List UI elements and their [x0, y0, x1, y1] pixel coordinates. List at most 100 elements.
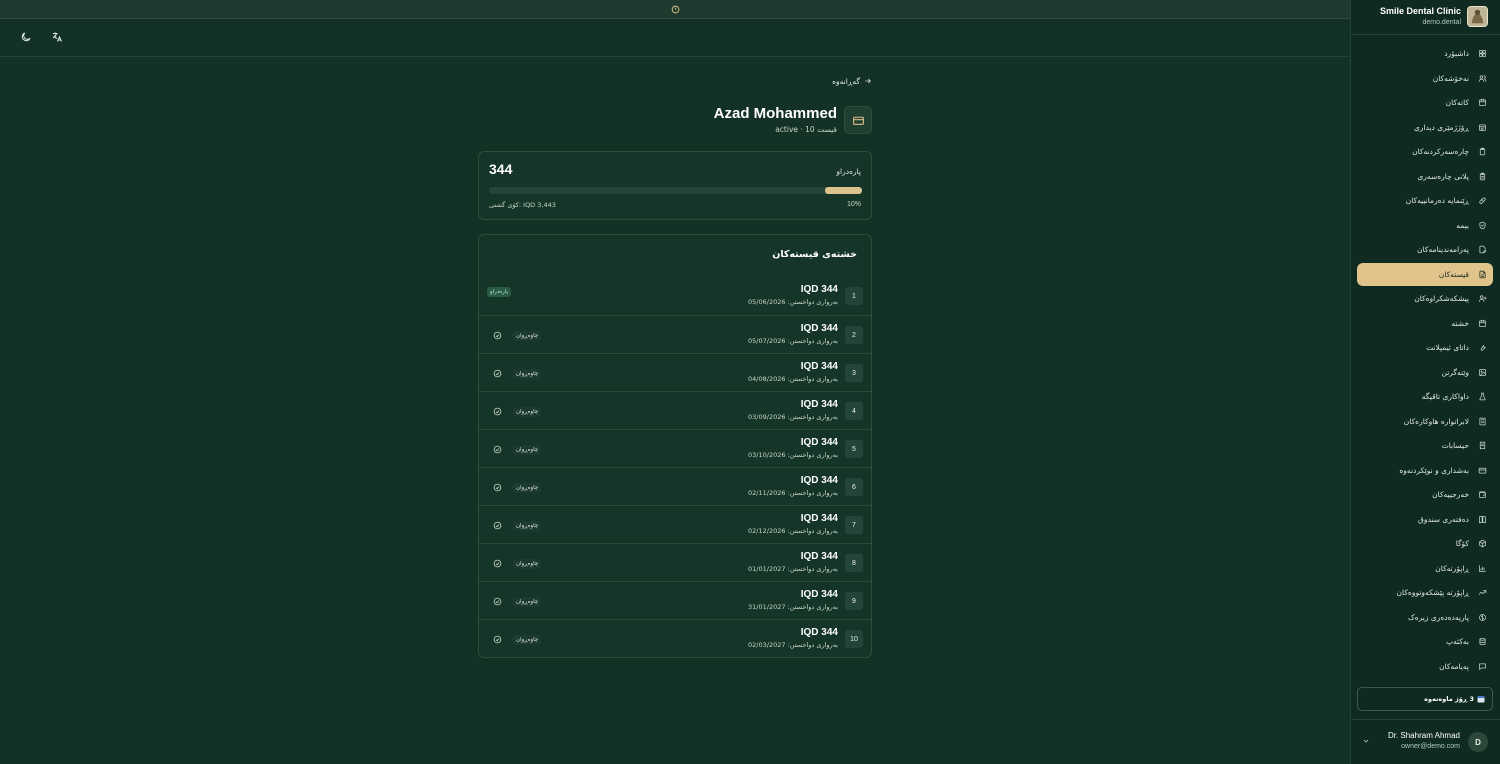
installment-amount: IQD 344 [800, 399, 838, 410]
sidebar-item-label: ڕاپۆرتەکان [1435, 563, 1469, 573]
alert-icon [671, 5, 680, 14]
sidebar-item-3[interactable]: کاتەکان [1357, 91, 1493, 115]
sidebar-item-21[interactable]: کۆگا [1357, 532, 1493, 556]
sidebar-item-14[interactable]: وێنەگرتن [1357, 361, 1493, 385]
sidebar-item-12[interactable]: خشتە [1357, 312, 1493, 336]
sidebar-item-18[interactable]: بەشداری و نوێکردنەوە [1357, 459, 1493, 483]
sidebar-item-7[interactable]: ڕێنمایە دەرمانییەکان [1357, 189, 1493, 213]
installment-number: 1 [845, 287, 863, 305]
mark-paid-icon[interactable] [493, 483, 502, 492]
sidebar-item-19[interactable]: خەرجییەکان [1357, 483, 1493, 507]
mark-paid-icon[interactable] [493, 521, 502, 530]
back-label: گەڕانەوە [832, 76, 860, 86]
sidebar-item-22[interactable]: ڕاپۆرتەکان [1357, 557, 1493, 581]
sidebar-item-26[interactable]: پەیامەکان [1357, 655, 1493, 679]
sidebar-item-23[interactable]: ڕاپۆرتە پێشکەوتووەکان [1357, 581, 1493, 605]
installment-number: 9 [845, 592, 863, 610]
sidebar-item-label: کاتەکان [1445, 98, 1469, 108]
installment-amount: IQD 344 [800, 284, 838, 295]
sidebar-item-8[interactable]: بیمە [1357, 214, 1493, 238]
sidebar-item-20[interactable]: دەفتەری سندوق [1357, 508, 1493, 532]
mark-paid-icon[interactable] [493, 445, 502, 454]
sidebar-item-16[interactable]: لابراتوارە هاوکارەکان [1357, 410, 1493, 434]
calendar-grid-icon [1478, 123, 1487, 132]
installment-row: 8 IQD 344 بەرواری دواخستن: 01/01/2027 چاوەڕ… [479, 543, 871, 581]
sidebar-item-label: ڕێنمایە دەرمانییەکان [1405, 196, 1469, 206]
sidebar-nav: داشبۆرد نەخۆشەکان کاتەکان ڕۆژژمێری دیداری چا… [1357, 42, 1493, 679]
sidebar-item-5[interactable]: چارەسەرکردنەکان [1357, 140, 1493, 164]
sidebar-item-15[interactable]: داواکاری تاقیگە [1357, 385, 1493, 409]
sidebar-item-label: بیمە [1456, 220, 1469, 230]
chevron-down-icon[interactable] [1362, 737, 1370, 745]
sidebar-item-24[interactable]: پاریەدەدەری زیرەک [1357, 606, 1493, 630]
sidebar-item-17[interactable]: حیسابات [1357, 434, 1493, 458]
installment-number: 2 [845, 326, 863, 344]
installment-row: 3 IQD 344 بەرواری دواخستن: 04/08/2026 چاوەڕ… [479, 353, 871, 391]
status-badge: چاوەڕوان [513, 559, 542, 569]
clinic-domain: demo.dental [1422, 19, 1461, 26]
installment-due-date: بەرواری دواخستن: 02/11/2026 [748, 489, 838, 497]
sidebar-item-2[interactable]: نەخۆشەکان [1357, 67, 1493, 91]
avatar: D [1468, 732, 1488, 752]
sidebar-item-label: لابراتوارە هاوکارەکان [1403, 416, 1469, 426]
mark-paid-icon[interactable] [493, 407, 502, 416]
installment-number: 5 [845, 440, 863, 458]
status-badge: چاوەڕوان [513, 483, 542, 493]
page-title: Azad Mohammed [713, 105, 837, 122]
installment-number: 6 [845, 478, 863, 496]
building-icon [1478, 417, 1487, 426]
installment-amount: IQD 344 [800, 323, 838, 334]
installment-due-date: بەرواری دواخستن: 02/12/2026 [748, 527, 838, 535]
mark-paid-icon[interactable] [493, 369, 502, 378]
sidebar-item-9[interactable]: پەزامەندینامەکان [1357, 238, 1493, 262]
sidebar-item-label: بەشداری و نوێکردنەوە [1399, 465, 1469, 475]
installment-due-date: بەرواری دواخستن: 05/07/2026 [748, 337, 838, 345]
clinic-logo [1467, 6, 1488, 27]
theme-toggle-button[interactable] [20, 31, 34, 45]
sidebar-item-label: ڕۆژژمێری دیداری [1413, 122, 1469, 132]
status-badge: پارەدراو [487, 287, 512, 297]
trial-badge[interactable]: 3 ڕۆژ ماوەتەوە [1357, 687, 1493, 711]
sidebar-item-label: دەفتەری سندوق [1418, 514, 1469, 524]
mark-paid-icon[interactable] [493, 635, 502, 644]
clinic-name: Smile Dental Clinic [1379, 6, 1461, 16]
sidebar-item-25[interactable]: بەکئەپ [1357, 630, 1493, 654]
image-icon [1478, 368, 1487, 377]
language-button[interactable] [51, 31, 65, 45]
back-link[interactable]: گەڕانەوە [820, 75, 872, 87]
installment-due-date: بەرواری دواخستن: 01/01/2027 [748, 565, 838, 573]
sidebar-item-label: پاریەدەدەری زیرەک [1407, 612, 1469, 622]
calendar-icon [1478, 319, 1487, 328]
user-profile[interactable]: D Dr. Shahram Ahmad owner@demo.com [1350, 719, 1500, 764]
mark-paid-icon[interactable] [493, 559, 502, 568]
status-badge: چاوەڕوان [513, 407, 542, 417]
sidebar-item-11[interactable]: پیشکەشکراوەکان [1357, 287, 1493, 311]
file-edit-icon [1478, 245, 1487, 254]
toolbar [0, 20, 1350, 57]
sidebar-item-1[interactable]: داشبۆرد [1357, 42, 1493, 66]
top-banner [0, 0, 1350, 19]
database-icon [1478, 637, 1487, 646]
sidebar-item-6[interactable]: پلانی چارەسەری [1357, 165, 1493, 189]
user-name: Dr. Shahram Ahmad [1387, 731, 1460, 740]
sidebar-item-label: خەرجییەکان [1432, 490, 1469, 500]
mark-paid-icon[interactable] [493, 331, 502, 340]
installment-amount: IQD 344 [800, 361, 838, 372]
sidebar-item-label: داتای ئیمپلانت [1426, 343, 1469, 353]
wallet-icon [1478, 490, 1487, 499]
installment-due-date: بەرواری دواخستن: 05/06/2026 [748, 298, 838, 306]
sidebar-item-label: حیسابات [1441, 441, 1469, 451]
sidebar-item-10[interactable]: قیستەکان [1357, 262, 1493, 286]
mark-paid-icon[interactable] [493, 597, 502, 606]
installment-row: 9 IQD 344 بەرواری دواخستن: 31/01/2027 چاوەڕ… [479, 581, 871, 619]
installment-number: 4 [845, 402, 863, 420]
sidebar-item-4[interactable]: ڕۆژژمێری دیداری [1357, 116, 1493, 140]
sidebar-item-label: پیشکەشکراوەکان [1414, 294, 1469, 304]
status-badge: چاوەڕوان [513, 331, 542, 341]
installment-schedule-card: خشتەی قیستەکان 1 IQD 344 بەرواری دواخستن: … [478, 234, 872, 658]
sidebar-item-label: قیستەکان [1438, 269, 1469, 279]
clipboard-list-icon [1478, 172, 1487, 181]
sidebar: Smile Dental Clinic demo.dental داشبۆرد ن… [1350, 0, 1500, 764]
sidebar-item-13[interactable]: داتای ئیمپلانت [1357, 336, 1493, 360]
sidebar-item-label: پەیامەکان [1439, 661, 1469, 671]
